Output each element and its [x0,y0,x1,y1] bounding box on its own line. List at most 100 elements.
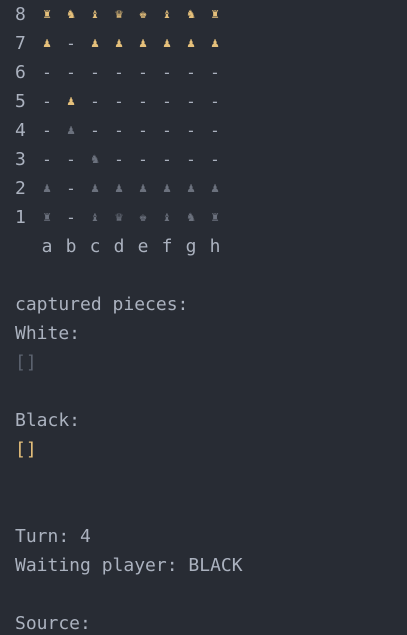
black-piece: ♟ [43,181,51,196]
empty-square: - [42,63,52,82]
captured-heading: captured pieces: [15,294,189,315]
rank-label: 8 [15,4,26,25]
white-piece: ♟ [43,36,51,51]
file-label: e [137,236,149,257]
white-piece: ♝ [91,7,99,22]
white-captured-list: [] [15,352,37,373]
file-label: g [185,236,197,257]
rank-label: 6 [15,62,26,83]
black-captured-label: Black: [15,410,81,431]
empty-square: - [186,121,196,140]
empty-square: - [66,208,76,227]
empty-square: - [42,150,52,169]
rank-row: 5- ♟ - - - - - - [15,87,407,116]
empty-square: - [210,150,220,169]
white-captured-label: White: [15,323,81,344]
empty-square: - [138,63,148,82]
rank-row: 2 ♟ - ♟ ♟ ♟ ♟ ♟ ♟ [15,174,407,203]
white-piece: ♟ [187,36,195,51]
empty-square: - [42,92,52,111]
file-label: h [209,236,221,257]
white-piece: ♞ [187,7,195,22]
white-piece: ♝ [163,7,171,22]
turn-counter: Turn: 4 [15,526,91,547]
empty-square: - [186,92,196,111]
white-piece: ♟ [67,94,75,109]
file-label: c [89,236,101,257]
empty-square: - [114,92,124,111]
rank-label: 7 [15,33,26,54]
source-prompt[interactable]: Source: [15,609,407,635]
black-piece: ♟ [163,181,171,196]
file-label: a [41,236,53,257]
empty-square: - [42,121,52,140]
empty-square: - [114,150,124,169]
white-piece: ♛ [115,7,123,22]
rank-row: 1 ♜ - ♝ ♛ ♚ ♝ ♞ ♜ [15,203,407,232]
empty-square: - [162,121,172,140]
black-piece: ♟ [115,181,123,196]
black-piece: ♟ [187,181,195,196]
file-label: b [65,236,77,257]
black-captured-list: [] [15,439,37,460]
black-piece: ♞ [187,210,195,225]
empty-square: - [90,63,100,82]
black-piece: ♝ [91,210,99,225]
empty-square: - [210,63,220,82]
rank-label: 2 [15,178,26,199]
empty-square: - [114,121,124,140]
rank-label: 5 [15,91,26,112]
empty-square: - [210,121,220,140]
chess-board: 8 ♜ ♞ ♝ ♛ ♚ ♝ ♞ ♜ 7 ♟ - ♟ ♟ ♟ ♟ ♟ ♟ 6- - - - - - - -5- ♟ - - - - - -4- ♟ -… [15,0,407,232]
rank-row: 7 ♟ - ♟ ♟ ♟ ♟ ♟ ♟ [15,29,407,58]
white-piece: ♟ [139,36,147,51]
black-piece: ♚ [139,210,147,225]
empty-square: - [66,34,76,53]
waiting-player: Waiting player: BLACK [15,555,243,576]
black-piece: ♜ [43,210,51,225]
empty-square: - [210,92,220,111]
rank-row: 4- ♟ - - - - - - [15,116,407,145]
empty-square: - [186,150,196,169]
empty-square: - [90,121,100,140]
black-piece: ♞ [91,152,99,167]
white-piece: ♜ [211,7,219,22]
rank-label: 3 [15,149,26,170]
file-label: f [161,236,173,257]
empty-square: - [66,63,76,82]
white-piece: ♟ [91,36,99,51]
empty-square: - [186,63,196,82]
rank-row: 3- - ♞ - - - - - [15,145,407,174]
terminal-output: 8 ♜ ♞ ♝ ♛ ♚ ♝ ♞ ♜ 7 ♟ - ♟ ♟ ♟ ♟ ♟ ♟ 6- - - - - - - -5- ♟ - - - - - -4- ♟ -… [15,0,407,635]
rank-label: 4 [15,120,26,141]
white-piece: ♚ [139,7,147,22]
empty-square: - [138,150,148,169]
empty-square: - [162,92,172,111]
empty-square: - [162,63,172,82]
white-piece: ♜ [43,7,51,22]
rank-row: 6-------- [15,58,407,87]
empty-square: - [66,150,76,169]
black-piece: ♟ [67,123,75,138]
black-piece: ♟ [139,181,147,196]
empty-square: - [114,63,124,82]
rank-label: 1 [15,207,26,228]
black-piece: ♛ [115,210,123,225]
black-piece: ♝ [163,210,171,225]
file-label: d [113,236,125,257]
black-piece: ♟ [211,181,219,196]
empty-square: - [138,121,148,140]
black-piece: ♜ [211,210,219,225]
empty-square: - [138,92,148,111]
rank-row: 8 ♜ ♞ ♝ ♛ ♚ ♝ ♞ ♜ [15,0,407,29]
empty-square: - [90,92,100,111]
white-piece: ♞ [67,7,75,22]
file-labels: abcdefgh [15,232,407,261]
empty-square: - [66,179,76,198]
white-piece: ♟ [163,36,171,51]
black-piece: ♟ [91,181,99,196]
white-piece: ♟ [115,36,123,51]
